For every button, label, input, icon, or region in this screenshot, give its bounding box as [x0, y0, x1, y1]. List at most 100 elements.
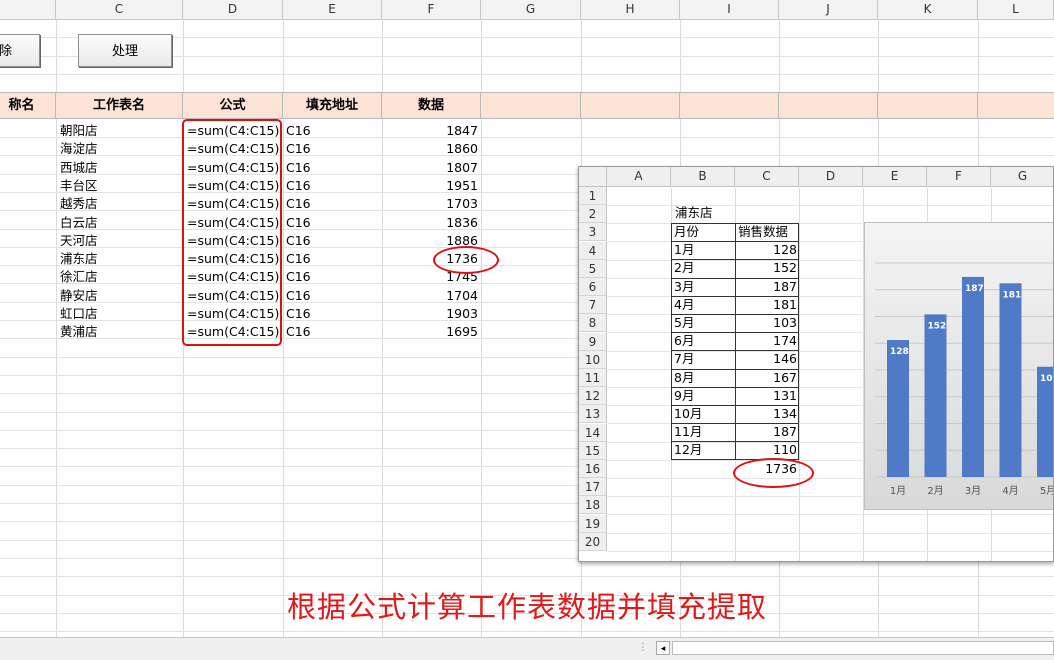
- cell-fill-address[interactable]: C16: [286, 140, 378, 158]
- embed-cell-month[interactable]: 6月: [674, 332, 732, 350]
- column-header-k[interactable]: K: [878, 0, 978, 19]
- embed-header-month[interactable]: 月份: [674, 223, 734, 241]
- horizontal-scrollbar[interactable]: [672, 641, 1054, 655]
- embed-row-header[interactable]: 5: [579, 259, 607, 278]
- embed-cell-month[interactable]: 10月: [674, 405, 732, 423]
- cell-sheet-name[interactable]: 黄浦店: [60, 323, 180, 341]
- header-cell-data[interactable]: 数据: [382, 92, 481, 119]
- column-header-l[interactable]: L: [978, 0, 1054, 19]
- embed-cell-month[interactable]: 8月: [674, 369, 732, 387]
- embed-row-header[interactable]: 20: [579, 532, 607, 551]
- chart-bar[interactable]: [887, 340, 909, 477]
- column-header-b-partial[interactable]: [0, 0, 56, 19]
- cell-fill-address[interactable]: C16: [286, 195, 378, 213]
- header-cell-partial[interactable]: 称名: [0, 92, 56, 119]
- column-header-g[interactable]: G: [481, 0, 581, 19]
- cell-data-value[interactable]: 1951: [382, 177, 478, 195]
- embed-row-header[interactable]: 16: [579, 460, 607, 478]
- column-header-d[interactable]: D: [183, 0, 283, 19]
- embed-row-header[interactable]: 10: [579, 350, 607, 369]
- embed-cell-sales[interactable]: 110: [737, 441, 797, 459]
- header-cell-fill-address[interactable]: 填充地址: [283, 92, 382, 119]
- cell-data-value[interactable]: 1847: [382, 122, 478, 140]
- embed-cell-sales[interactable]: 103: [737, 314, 797, 332]
- embed-row-header[interactable]: 19: [579, 514, 607, 533]
- sales-bar-chart[interactable]: 128 1月 152 2月 187 3月 181 4月 103 5月: [864, 222, 1053, 510]
- embed-cell-month[interactable]: 2月: [674, 259, 732, 277]
- chart-bar[interactable]: [999, 283, 1022, 477]
- embed-cell-sales[interactable]: 128: [737, 241, 797, 259]
- column-header-j[interactable]: J: [779, 0, 878, 19]
- header-cell-empty-g[interactable]: [481, 92, 581, 119]
- embed-row-header[interactable]: 1: [579, 187, 607, 205]
- cell-fill-address[interactable]: C16: [286, 177, 378, 195]
- embed-col-b[interactable]: B: [671, 167, 735, 186]
- cell-fill-address[interactable]: C16: [286, 159, 378, 177]
- header-cell-sheet-name[interactable]: 工作表名: [56, 92, 183, 119]
- embed-col-g[interactable]: G: [991, 167, 1053, 186]
- cell-sheet-name[interactable]: 浦东店: [60, 250, 180, 268]
- cell-sheet-name[interactable]: 西城店: [60, 159, 180, 177]
- cell-fill-address[interactable]: C16: [286, 122, 378, 140]
- embed-col-c[interactable]: C: [735, 167, 799, 186]
- cell-fill-address[interactable]: C16: [286, 287, 378, 305]
- cell-fill-address[interactable]: C16: [286, 214, 378, 232]
- cell-fill-address[interactable]: C16: [286, 232, 378, 250]
- delete-button[interactable]: 除: [0, 34, 40, 67]
- embed-cell-sales[interactable]: 187: [737, 423, 797, 441]
- column-header-c[interactable]: C: [56, 0, 183, 19]
- embed-cell-month[interactable]: 3月: [674, 278, 732, 296]
- scroll-left-button[interactable]: ◂: [656, 641, 670, 655]
- cell-sheet-name[interactable]: 朝阳店: [60, 122, 180, 140]
- cell-fill-address[interactable]: C16: [286, 323, 378, 341]
- embed-col-d[interactable]: D: [799, 167, 863, 186]
- embed-cell-month[interactable]: 11月: [674, 423, 732, 441]
- embed-cell-sales[interactable]: 152: [737, 259, 797, 277]
- cell-data-value[interactable]: 1860: [382, 140, 478, 158]
- process-button[interactable]: 处理: [78, 34, 172, 67]
- cell-fill-address[interactable]: C16: [286, 305, 378, 323]
- embed-row-header[interactable]: 8: [579, 314, 607, 333]
- embed-cell-month[interactable]: 9月: [674, 387, 732, 405]
- embed-row-header[interactable]: 2: [579, 205, 607, 224]
- chart-bar[interactable]: [924, 314, 947, 477]
- cell-data-value[interactable]: 1836: [382, 214, 478, 232]
- cell-sheet-name[interactable]: 静安店: [60, 287, 180, 305]
- embed-row-header[interactable]: 13: [579, 405, 607, 424]
- embed-header-sales[interactable]: 销售数据: [738, 223, 798, 241]
- column-header-i[interactable]: I: [680, 0, 779, 19]
- embed-cell-sales[interactable]: 146: [737, 350, 797, 368]
- cell-fill-address[interactable]: C16: [286, 250, 378, 268]
- cell-sheet-name[interactable]: 徐汇店: [60, 268, 180, 286]
- embed-cell-month[interactable]: 12月: [674, 441, 732, 459]
- embed-row-header[interactable]: 6: [579, 278, 607, 296]
- cell-sheet-name[interactable]: 丰台区: [60, 177, 180, 195]
- embed-row-header[interactable]: 3: [579, 223, 607, 242]
- header-cell-empty-i[interactable]: [680, 92, 779, 119]
- cell-data-value[interactable]: 1903: [382, 305, 478, 323]
- embed-row-header[interactable]: 12: [579, 387, 607, 406]
- embed-cell-month[interactable]: 4月: [674, 296, 732, 314]
- cell-data-value[interactable]: 1695: [382, 323, 478, 341]
- embed-cell-month[interactable]: 7月: [674, 350, 732, 368]
- embed-cell-sales[interactable]: 187: [737, 278, 797, 296]
- header-cell-empty-k[interactable]: [878, 92, 978, 119]
- embed-row-header[interactable]: 17: [579, 478, 607, 497]
- cell-data-value[interactable]: 1704: [382, 287, 478, 305]
- embed-col-f[interactable]: F: [927, 167, 991, 186]
- embed-cell-sales[interactable]: 181: [737, 296, 797, 314]
- split-handle[interactable]: ⋮: [638, 642, 648, 653]
- column-header-h[interactable]: H: [581, 0, 680, 19]
- cell-sheet-name[interactable]: 白云店: [60, 214, 180, 232]
- embed-cell-sales[interactable]: 167: [737, 369, 797, 387]
- chart-bar[interactable]: [962, 276, 984, 477]
- cell-data-value[interactable]: 1703: [382, 195, 478, 213]
- embed-cell-month[interactable]: 1月: [674, 241, 732, 259]
- embed-row-header[interactable]: 14: [579, 423, 607, 442]
- header-cell-formula[interactable]: 公式: [183, 92, 283, 119]
- embed-cell-sales[interactable]: 131: [737, 387, 797, 405]
- embed-row-header[interactable]: 9: [579, 332, 607, 351]
- embed-row-header[interactable]: 18: [579, 496, 607, 515]
- header-cell-empty-j[interactable]: [779, 92, 878, 119]
- embed-col-a[interactable]: A: [607, 167, 671, 186]
